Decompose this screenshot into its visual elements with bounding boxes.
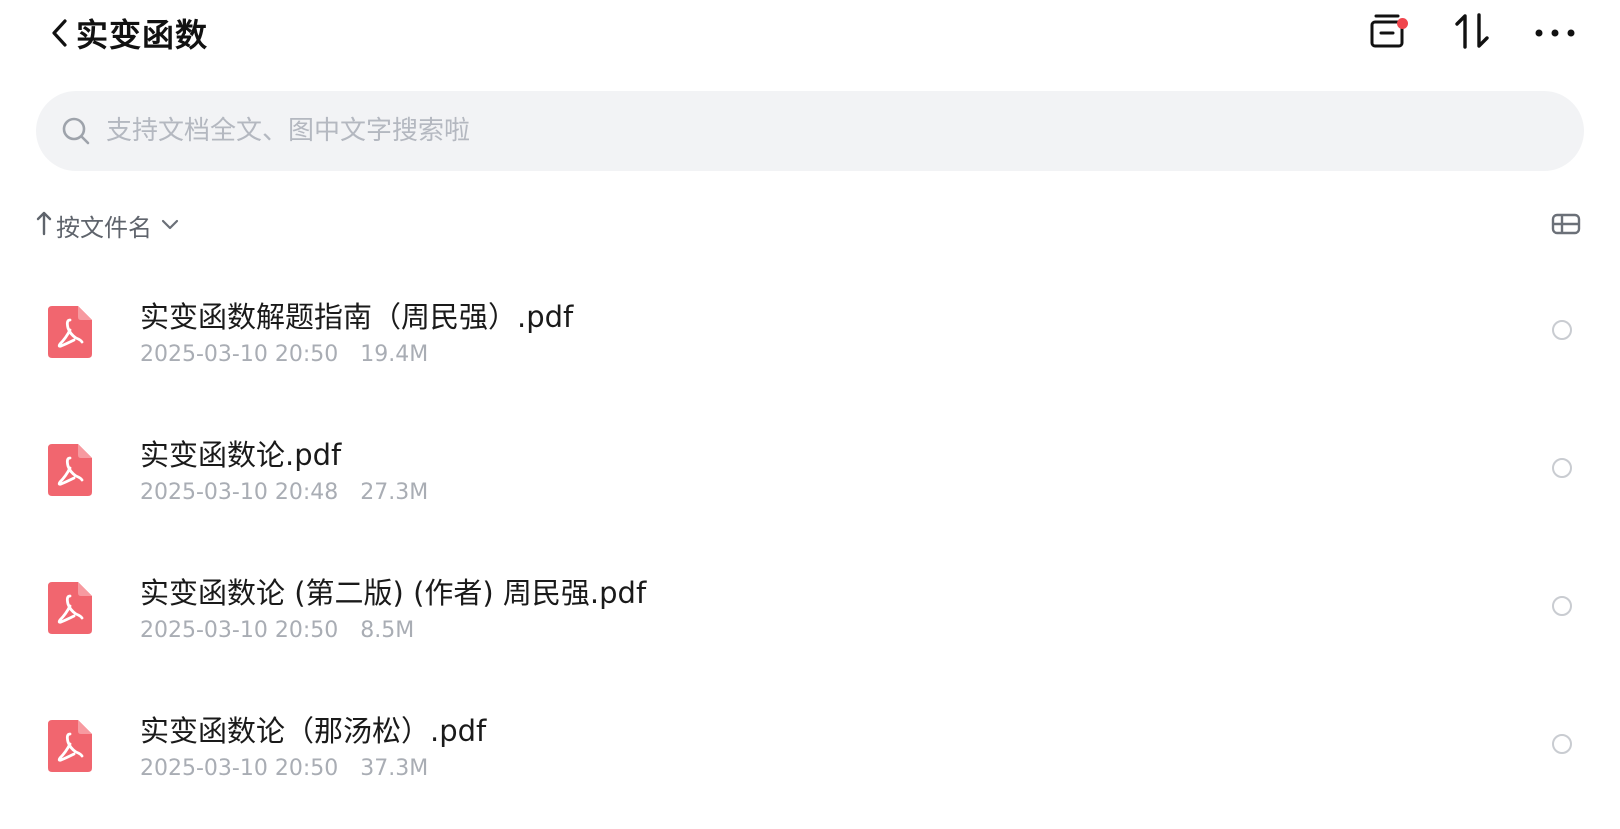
file-row[interactable]: 实变函数解题指南（周民强）.pdf 2025-03-10 20:50 19.4M <box>0 262 1620 400</box>
select-checkbox[interactable] <box>1552 458 1572 478</box>
file-meta: 2025-03-10 20:50 37.3M <box>140 756 428 781</box>
search-icon <box>60 115 92 147</box>
file-list: 实变函数解题指南（周民强）.pdf 2025-03-10 20:50 19.4M … <box>0 262 1620 814</box>
top-bar: 实变函数 <box>0 0 1620 70</box>
view-toggle-button[interactable] <box>1548 208 1584 244</box>
more-button[interactable] <box>1530 10 1580 56</box>
sort-label: 按文件名 <box>56 213 152 242</box>
select-checkbox[interactable] <box>1552 734 1572 754</box>
file-meta: 2025-03-10 20:50 19.4M <box>140 342 428 367</box>
file-date: 2025-03-10 20:50 <box>140 618 339 643</box>
back-button[interactable]: 实变函数 <box>50 10 208 56</box>
file-meta: 2025-03-10 20:48 27.3M <box>140 480 428 505</box>
file-size: 19.4M <box>360 342 429 367</box>
chevron-left-icon <box>50 18 70 48</box>
file-meta: 2025-03-10 20:50 8.5M <box>140 618 414 643</box>
notification-dot <box>1397 18 1408 29</box>
pdf-icon <box>46 304 94 360</box>
pdf-icon <box>46 718 94 774</box>
pdf-icon <box>46 442 94 498</box>
file-name: 实变函数解题指南（周民强）.pdf <box>140 300 574 334</box>
list-view-icon <box>1551 212 1581 240</box>
file-row[interactable]: 实变函数论（那汤松）.pdf 2025-03-10 20:50 37.3M <box>0 676 1620 814</box>
archive-button[interactable] <box>1362 10 1412 56</box>
file-date: 2025-03-10 20:48 <box>140 480 339 505</box>
file-size: 27.3M <box>360 480 429 505</box>
search-input[interactable] <box>104 100 1508 162</box>
file-name: 实变函数论.pdf <box>140 438 342 472</box>
pdf-icon <box>46 580 94 636</box>
page-title: 实变函数 <box>76 16 209 54</box>
file-size: 37.3M <box>360 756 429 781</box>
sort-arrows-icon <box>1452 11 1492 55</box>
file-row[interactable]: 实变函数论.pdf 2025-03-10 20:48 27.3M <box>0 400 1620 538</box>
select-checkbox[interactable] <box>1552 596 1572 616</box>
search-bar[interactable] <box>36 91 1584 171</box>
more-horizontal-icon <box>1533 24 1577 43</box>
file-date: 2025-03-10 20:50 <box>140 756 339 781</box>
arrow-up-icon <box>36 210 52 240</box>
sort-selector[interactable]: 按文件名 <box>36 205 180 245</box>
select-checkbox[interactable] <box>1552 320 1572 340</box>
sort-button[interactable] <box>1447 10 1497 56</box>
file-size: 8.5M <box>360 618 415 643</box>
file-date: 2025-03-10 20:50 <box>140 342 339 367</box>
file-row[interactable]: 实变函数论 (第二版) (作者) 周民强.pdf 2025-03-10 20:5… <box>0 538 1620 676</box>
chevron-down-icon <box>160 216 180 235</box>
file-name: 实变函数论（那汤松）.pdf <box>140 714 487 748</box>
file-name: 实变函数论 (第二版) (作者) 周民强.pdf <box>140 576 647 610</box>
